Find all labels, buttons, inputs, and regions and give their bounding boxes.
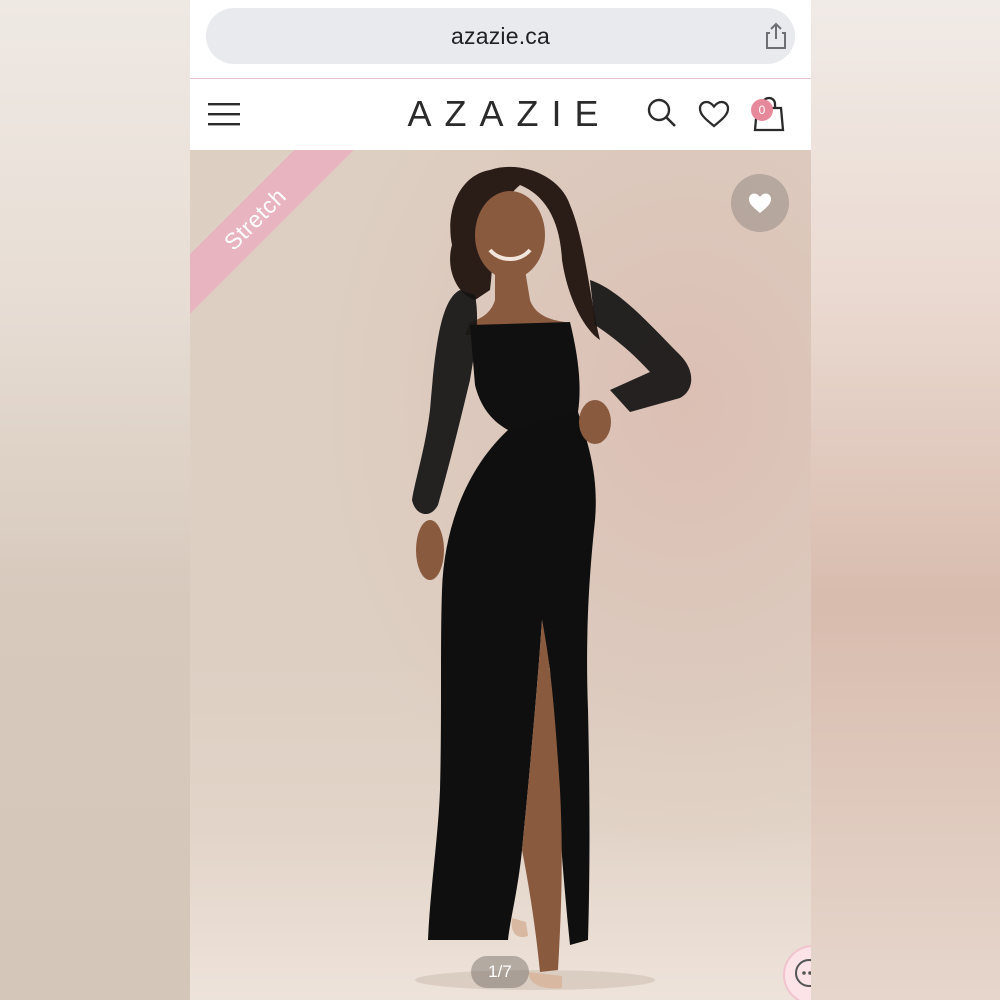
- image-pager: 1/7: [471, 956, 529, 988]
- product-image[interactable]: Stretch 1/7: [190, 150, 811, 1000]
- site-header: AZAZIE 0: [190, 79, 811, 149]
- heart-icon[interactable]: [698, 99, 730, 129]
- model-photo: [412, 166, 692, 990]
- address-bar[interactable]: azazie.ca: [206, 8, 795, 64]
- cart-count-badge: 0: [751, 99, 773, 121]
- background-blur-left: [0, 0, 190, 1000]
- search-icon[interactable]: [646, 97, 678, 129]
- browser-toolbar: azazie.ca: [190, 0, 811, 78]
- chat-icon: [795, 959, 811, 987]
- share-icon[interactable]: [761, 21, 791, 51]
- menu-icon[interactable]: [208, 101, 242, 127]
- url-text[interactable]: azazie.ca: [451, 23, 550, 50]
- wishlist-heart-icon: [749, 193, 771, 213]
- phone-screen: azazie.ca AZAZIE 0 Stretch 1/7: [190, 0, 811, 1000]
- wishlist-button[interactable]: [731, 174, 789, 232]
- background-blur-right: [811, 0, 1000, 1000]
